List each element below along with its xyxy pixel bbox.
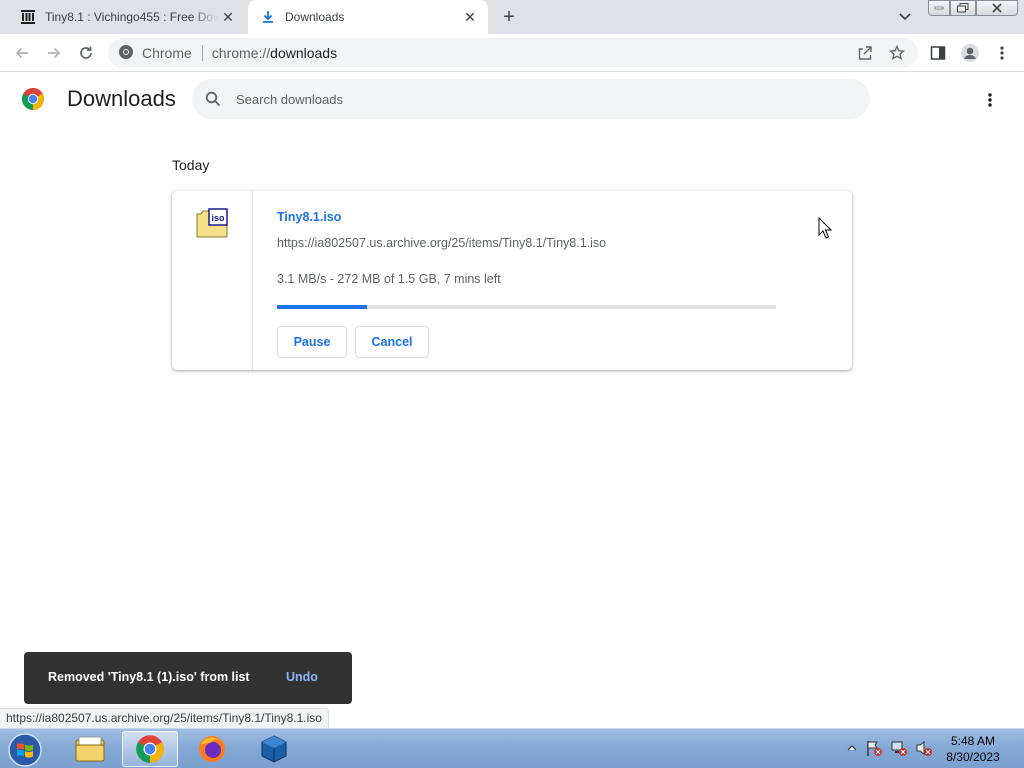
minimize-button[interactable] [928, 0, 950, 16]
url-scheme: chrome:// [211, 45, 271, 61]
pause-button[interactable]: Pause [277, 326, 347, 358]
address-bar[interactable]: Chrome chrome://downloads [108, 38, 918, 68]
tab-strip: Tiny8.1 : Vichingo455 : Free Download, B… [0, 0, 1024, 34]
download-status: 3.1 MB/s - 272 MB of 1.5 GB, 7 mins left [277, 272, 501, 286]
search-icon[interactable] [204, 90, 222, 108]
mouse-cursor-icon [818, 216, 833, 239]
url-host: downloads [270, 45, 338, 61]
profile-avatar-icon[interactable] [958, 41, 982, 65]
chip-label: Chrome [142, 45, 192, 61]
svg-text:iso: iso [211, 213, 225, 223]
close-icon[interactable]: ✕ [218, 7, 238, 27]
action-center-flag-icon[interactable] [864, 737, 884, 759]
search-input[interactable] [236, 91, 796, 107]
file-source-url[interactable]: https://ia802507.us.archive.org/25/items… [277, 236, 606, 250]
window-close-button[interactable] [976, 0, 1018, 16]
share-icon[interactable] [854, 42, 876, 64]
date-header: Today [172, 157, 210, 173]
tab-archive[interactable]: Tiny8.1 : Vichingo455 : Free Download, B… [8, 0, 246, 34]
chrome-icon[interactable] [122, 731, 178, 767]
back-button[interactable] [10, 41, 34, 65]
show-hidden-icons-icon[interactable] [842, 737, 862, 759]
cancel-button[interactable]: Cancel [355, 326, 429, 358]
side-panel-icon[interactable] [926, 41, 950, 65]
clock-date: 8/30/2023 [946, 750, 1000, 764]
firefox-icon[interactable] [184, 731, 240, 767]
undo-button[interactable]: Undo [286, 670, 318, 684]
chevron-down-icon[interactable] [896, 8, 914, 26]
search-box[interactable] [192, 79, 870, 119]
restore-button[interactable] [950, 0, 976, 16]
virtualbox-icon[interactable] [246, 731, 302, 767]
tab-title: Downloads [285, 10, 345, 24]
close-icon[interactable]: ✕ [460, 7, 480, 27]
archive-icon [20, 9, 36, 25]
reload-button[interactable] [74, 41, 98, 65]
tab-downloads[interactable]: Downloads ✕ [248, 0, 488, 34]
iso-file-icon[interactable]: iso [196, 208, 229, 238]
link-status-bubble: https://ia802507.us.archive.org/25/items… [0, 708, 329, 728]
site-info-chip[interactable]: Chrome [118, 44, 192, 63]
download-progress-bar [277, 305, 776, 309]
chrome-logo-icon [21, 87, 45, 111]
download-icon [260, 9, 276, 25]
file-explorer-icon[interactable] [62, 731, 118, 767]
start-button[interactable] [4, 731, 46, 768]
tab-title: Tiny8.1 : Vichingo455 : Free Download, B… [45, 10, 218, 24]
download-item: iso Tiny8.1.iso https://ia802507.us.arch… [172, 191, 852, 370]
url-text[interactable]: chrome://downloads [212, 45, 337, 61]
windows-taskbar: 5:48 AM 8/30/2023 [0, 728, 1024, 768]
toast-message: Removed 'Tiny8.1 (1).iso' from list [48, 670, 250, 684]
divider [201, 45, 203, 61]
page-title: Downloads [67, 86, 176, 111]
browser-toolbar: Chrome chrome://downloads [0, 34, 1024, 72]
menu-icon[interactable] [990, 41, 1014, 65]
forward-button[interactable] [42, 41, 66, 65]
network-icon[interactable] [889, 737, 909, 759]
system-clock[interactable]: 5:48 AM 8/30/2023 [936, 733, 1010, 765]
new-tab-button[interactable]: + [498, 6, 520, 28]
removed-toast: Removed 'Tiny8.1 (1).iso' from list Undo [24, 652, 352, 704]
volume-muted-icon[interactable] [914, 737, 934, 759]
star-icon[interactable] [886, 42, 908, 64]
file-name-link[interactable]: Tiny8.1.iso [277, 210, 341, 224]
file-icon-column: iso [172, 191, 253, 370]
clock-time: 5:48 AM [950, 734, 996, 748]
downloads-header: Downloads [0, 72, 1024, 128]
progress-fill [277, 305, 367, 309]
chrome-icon [118, 44, 134, 63]
more-actions-icon[interactable] [980, 88, 1000, 112]
